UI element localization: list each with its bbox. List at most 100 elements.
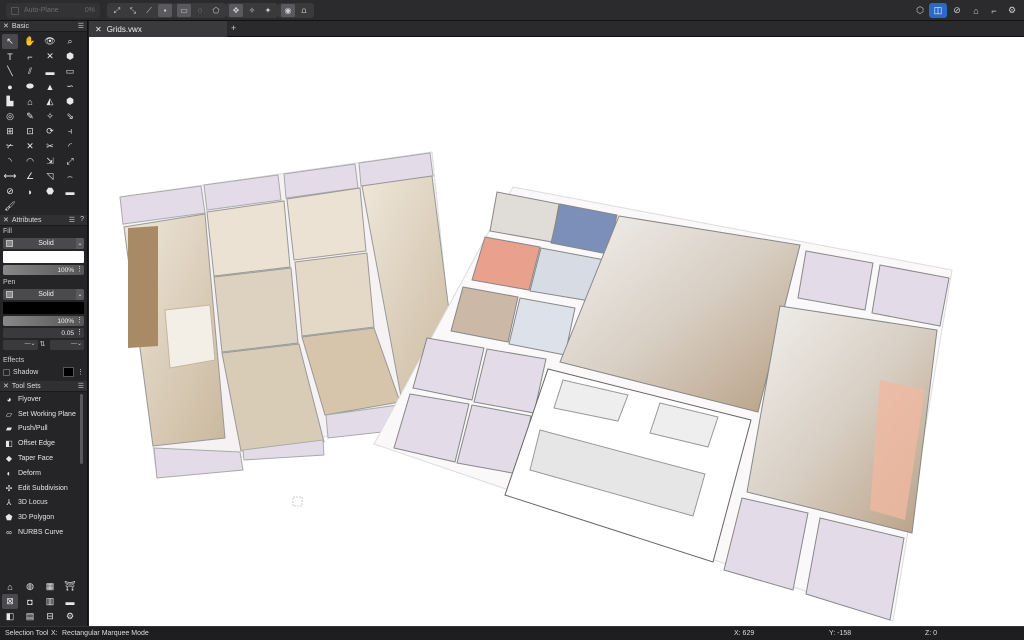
circle-tool-icon[interactable]: ● — [2, 79, 18, 94]
right-moodboard[interactable] — [373, 186, 953, 622]
camera-palette-icon[interactable]: ◘ — [22, 594, 38, 609]
more-icon[interactable]: ⋮ — [76, 328, 83, 336]
connect-tool-icon[interactable]: ⤢ — [62, 154, 78, 169]
area-tool-icon[interactable]: ◹ — [42, 169, 58, 184]
site-palette-icon[interactable]: ◍ — [22, 579, 38, 594]
link-icon[interactable]: ⇅ — [40, 340, 48, 350]
selection-tool-icon[interactable]: ↖ — [2, 34, 18, 49]
stair-tool-icon[interactable]: ⌢ — [62, 169, 78, 184]
document-tab[interactable]: ✕ Grids.vwx — [89, 21, 227, 37]
locus-tool-icon[interactable]: ✕ — [42, 49, 58, 64]
pan-tool-icon[interactable]: ✋ — [22, 34, 38, 49]
cube-view-icon[interactable]: ⬡ — [911, 3, 929, 18]
toolset-item[interactable]: ⬟ 3D Polygon — [0, 510, 87, 525]
flip-tool-icon[interactable]: ⫞ — [62, 124, 78, 139]
offset-tool-icon[interactable]: ⇲ — [42, 154, 58, 169]
rectangle-tool-icon[interactable]: ▬ — [42, 64, 58, 79]
close-icon[interactable]: ✕ — [3, 22, 9, 30]
roof-tool-icon[interactable]: ⌂ — [22, 94, 38, 109]
toolset-item[interactable]: ∞ NURBS Curve — [0, 525, 87, 540]
settings-gear-icon[interactable]: ⚙ — [1003, 3, 1021, 18]
fillet-tool-icon[interactable]: ◜ — [62, 139, 78, 154]
reshape-mode-icon[interactable]: ✧ — [245, 4, 259, 17]
auto-plane-control[interactable]: Auto-Plane 0% — [6, 3, 100, 18]
line-end-dropdown[interactable]: —⌄ — [49, 340, 84, 350]
building-shell-palette-icon[interactable]: ⌂ — [2, 579, 18, 594]
snap-angle-icon[interactable]: ⟋ — [142, 4, 156, 17]
shadow-checkbox[interactable] — [3, 368, 10, 376]
scissors-tool-icon[interactable]: ✂ — [42, 139, 58, 154]
chamfer-tool-icon[interactable]: ◝ — [2, 154, 18, 169]
standard-view-icon[interactable]: ◫ — [929, 3, 947, 18]
door-palette-icon[interactable]: ▥ — [42, 594, 58, 609]
polygon-tool-icon[interactable]: ⬢ — [62, 94, 78, 109]
triangle-tool-icon[interactable]: ▲ — [42, 79, 58, 94]
callout-tool-icon[interactable]: ⌐ — [22, 49, 38, 64]
auto-plane-checkbox[interactable] — [11, 6, 19, 15]
grid-plan-palette-icon[interactable]: ▦ — [42, 579, 58, 594]
layers-palette-icon[interactable]: ▤ — [22, 609, 38, 624]
fill-opacity-slider[interactable]: 100% ⋮ — [3, 265, 84, 275]
bench-palette-icon[interactable]: ▬ — [62, 594, 78, 609]
spiral-tool-icon[interactable]: ∽ — [62, 79, 78, 94]
clip-tool-icon[interactable]: ⊘ — [2, 184, 18, 199]
rectangular-marquee-icon[interactable]: ▭ — [177, 4, 191, 17]
move-tool-icon[interactable]: ⬣ — [42, 184, 58, 199]
snap-grid-icon[interactable]: ⤢ — [110, 4, 124, 17]
more-icon[interactable]: ⋮ — [76, 265, 83, 273]
shadow-color-swatch[interactable] — [63, 367, 74, 377]
rotate-tool-icon[interactable]: ⟳ — [42, 124, 58, 139]
double-line-tool-icon[interactable]: ⫽ — [22, 64, 38, 79]
knife-tool-icon[interactable]: ✃ — [2, 139, 18, 154]
render-mode-icon[interactable]: ◉ — [281, 4, 295, 17]
wand-tool-icon[interactable]: ✧ — [42, 109, 58, 124]
projection-icon[interactable]: ⌐ — [986, 3, 1002, 18]
fill-style-dropdown[interactable]: Solid ⌄ — [3, 238, 84, 249]
viewport-palette-icon[interactable]: ◧ — [2, 609, 18, 624]
toolset-scrollbar[interactable] — [80, 394, 83, 464]
selection-palette-icon[interactable]: ⊠ — [2, 594, 18, 609]
fill-color-swatch[interactable] — [3, 251, 84, 263]
more-icon[interactable]: ⋮ — [76, 316, 83, 324]
graph-mode-icon[interactable]: ⩍ — [297, 4, 311, 17]
toolset-item[interactable]: ⅄ 3D Locus — [0, 496, 87, 511]
close-icon[interactable]: ✕ — [3, 216, 9, 224]
toolset-item[interactable]: ▱ Set Working Plane — [0, 407, 87, 422]
snap-point-icon[interactable]: ▪ — [158, 4, 172, 17]
toolset-item[interactable]: ◧ Offset Edge — [0, 436, 87, 451]
gear-palette-icon[interactable]: ⚙ — [62, 609, 78, 624]
close-tab-icon[interactable]: ✕ — [95, 25, 102, 34]
furniture-palette-icon[interactable]: ⛩ — [62, 579, 78, 594]
line-tool-icon[interactable]: ╲ — [2, 64, 18, 79]
help-icon[interactable]: ? — [80, 216, 84, 223]
dimension-tool-icon[interactable]: ⟷ — [2, 169, 18, 184]
menu-icon[interactable]: ☰ — [78, 22, 84, 30]
toolset-item[interactable]: ◆ Taper Face — [0, 451, 87, 466]
toolset-item[interactable]: ◐ Deform — [0, 466, 87, 481]
attribute-tool-icon[interactable]: ◗ — [22, 184, 38, 199]
menu-icon[interactable]: ☰ — [78, 382, 84, 390]
toolset-item[interactable]: ◕ Flyover — [0, 392, 87, 407]
trim-tool-icon[interactable]: ✕ — [22, 139, 38, 154]
symbol-tool-icon[interactable]: ⬢ — [62, 49, 78, 64]
arc-tool-icon[interactable]: ◠ — [22, 154, 38, 169]
pen-weight-field[interactable]: 0.05 ⋮ — [3, 328, 84, 338]
clip-cube-icon[interactable]: ⌂ — [967, 3, 985, 18]
eyedropper-tool-icon[interactable]: ✎ — [22, 109, 38, 124]
scale-tool-icon[interactable]: ⊡ — [22, 124, 38, 139]
text-tool-icon[interactable]: T — [2, 49, 18, 64]
pen-opacity-slider[interactable]: 100% ⋮ — [3, 316, 84, 326]
mapping-tool-icon[interactable]: ▬ — [62, 184, 78, 199]
wall-tool-icon[interactable]: ▙ — [2, 94, 18, 109]
visibility-icon[interactable]: ⊘ — [948, 3, 966, 18]
drawing-canvas[interactable] — [89, 37, 1024, 626]
flyover-tool-icon[interactable]: 👁 — [42, 34, 58, 49]
move-mode-icon[interactable]: ✥ — [229, 4, 243, 17]
zoom-tool-icon[interactable]: ⌕ — [62, 34, 78, 49]
line-start-dropdown[interactable]: —⌄ — [3, 340, 38, 350]
slab-tool-icon[interactable]: ◭ — [42, 94, 58, 109]
menu-icon[interactable]: ☰ — [69, 216, 75, 224]
pen-style-dropdown[interactable]: Solid ⌄ — [3, 289, 84, 300]
snap-object-icon[interactable]: ⤡ — [126, 4, 140, 17]
toolset-item[interactable]: ▰ Push/Pull — [0, 422, 87, 437]
